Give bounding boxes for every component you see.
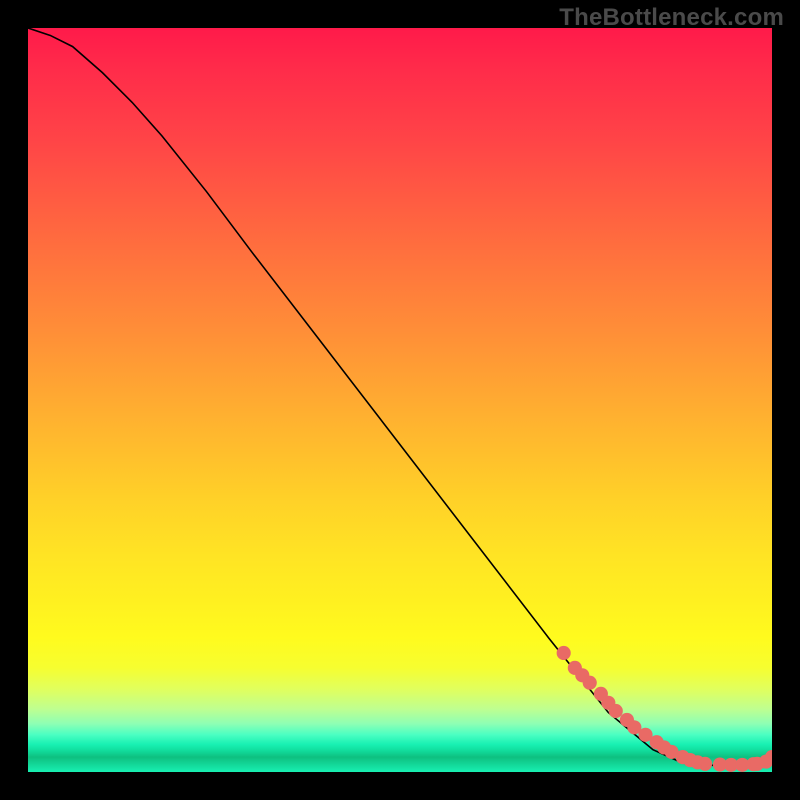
chart-container: TheBottleneck.com: [0, 0, 800, 800]
plot-area: [28, 28, 772, 772]
gradient-background: [28, 28, 772, 772]
watermark-text: TheBottleneck.com: [559, 4, 784, 32]
